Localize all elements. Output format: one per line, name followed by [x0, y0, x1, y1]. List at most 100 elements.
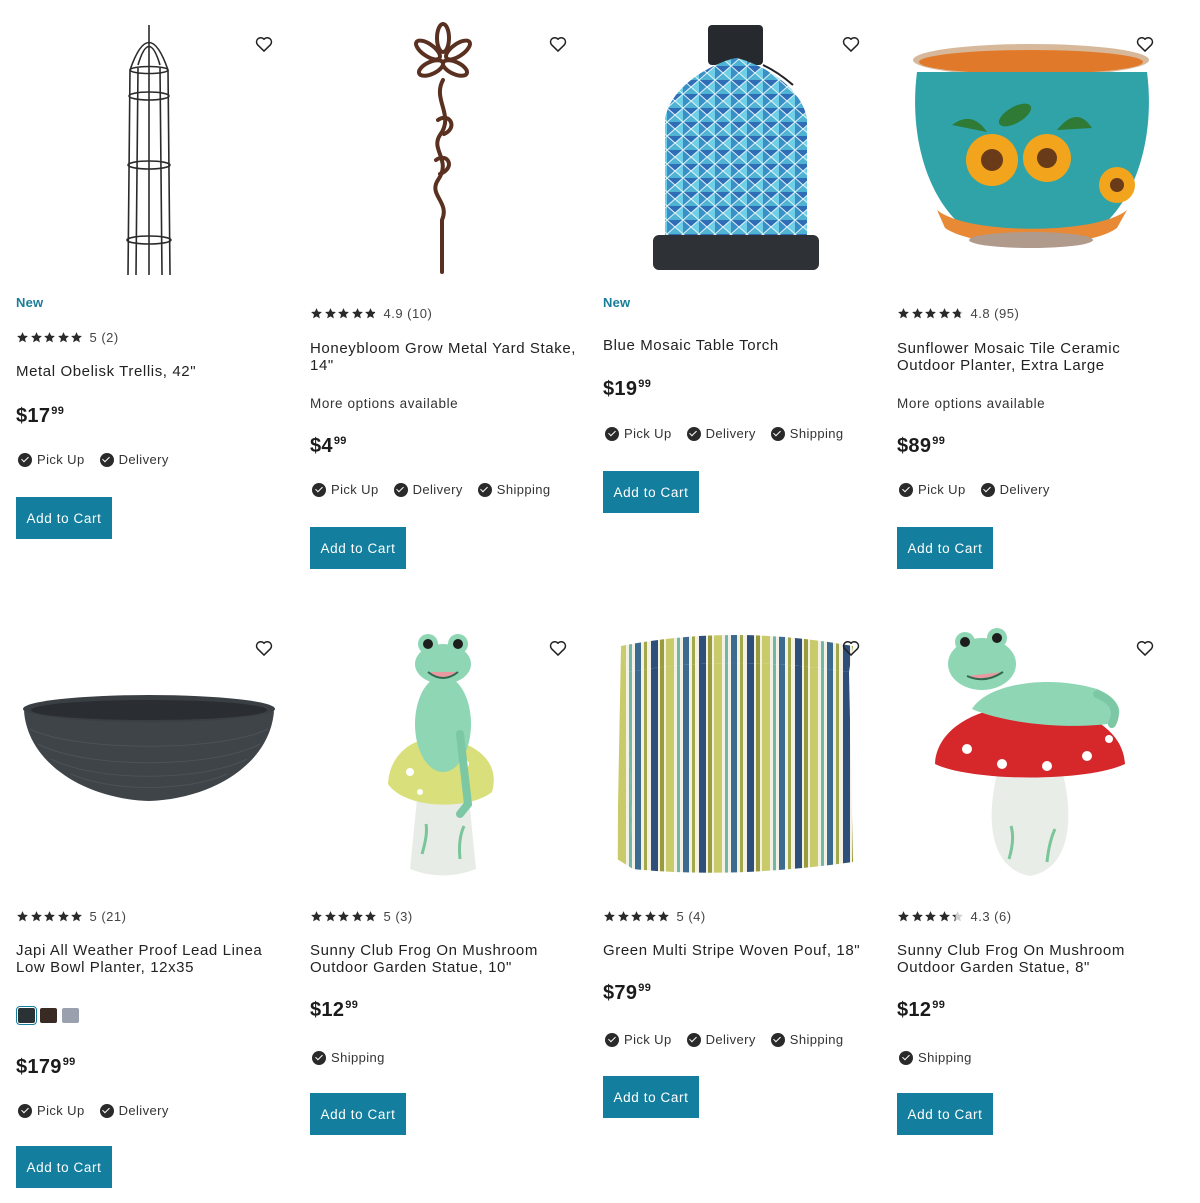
wishlist-heart-icon[interactable]	[254, 638, 274, 658]
check-circle-icon	[899, 1050, 913, 1065]
new-badge: New	[603, 295, 631, 310]
check-circle-icon	[770, 1032, 785, 1047]
fulfillment-pickup: Pick Up	[605, 1032, 672, 1047]
price-cents: 99	[932, 999, 946, 1011]
product-title[interactable]: Honeybloom Grow Metal Yard Stake, 14"	[310, 340, 580, 374]
price: $7999	[603, 982, 651, 1005]
product-card[interactable]: 4.9 (10) Honeybloom Grow Metal Yard Stak…	[310, 10, 590, 580]
rating-text: 5 (2)	[89, 330, 119, 345]
wishlist-heart-icon[interactable]	[1135, 638, 1155, 658]
fulfillment-shipping: Shipping	[477, 482, 551, 497]
fulfillment-delivery: Delivery	[686, 1032, 756, 1047]
price: $1299	[897, 999, 945, 1022]
add-to-cart-button[interactable]: Add to Cart	[603, 471, 699, 513]
product-title[interactable]: Metal Obelisk Trellis, 42"	[16, 363, 286, 380]
color-swatch[interactable]	[62, 1008, 79, 1023]
star-rating-icon	[897, 910, 965, 923]
product-title[interactable]: Sunny Club Frog On Mushroom Outdoor Gard…	[897, 942, 1167, 976]
fulfillment-shipping: Shipping	[770, 426, 844, 441]
product-title[interactable]: Sunflower Mosaic Tile Ceramic Outdoor Pl…	[897, 340, 1167, 374]
fulfillment-shipping: Shipping	[312, 1050, 385, 1065]
product-card[interactable]: 4.3 (6) Sunny Club Frog On Mushroom Outd…	[897, 614, 1177, 1154]
rating-text: 5 (3)	[383, 909, 413, 924]
rating-text: 4.9 (10)	[383, 306, 433, 321]
product-title[interactable]: Blue Mosaic Table Torch	[603, 337, 873, 354]
add-to-cart-button[interactable]: Add to Cart	[16, 1146, 112, 1188]
star-rating-icon	[310, 307, 378, 320]
price-dollars: $179	[16, 1056, 62, 1078]
wishlist-heart-icon[interactable]	[841, 34, 861, 54]
product-card[interactable]: 4.8 (95) Sunflower Mosaic Tile Ceramic O…	[897, 10, 1177, 580]
check-circle-icon	[18, 1103, 32, 1118]
fulfillment-options: Shipping	[899, 1050, 987, 1065]
fulfillment-options: Pick Up Delivery Shipping	[605, 426, 859, 441]
wishlist-heart-icon[interactable]	[254, 34, 274, 54]
product-title[interactable]: Green Multi Stripe Woven Pouf, 18"	[603, 942, 873, 959]
add-to-cart-button[interactable]: Add to Cart	[310, 1093, 406, 1135]
fulfillment-delivery: Delivery	[393, 482, 463, 497]
wishlist-heart-icon[interactable]	[548, 638, 568, 658]
check-circle-icon	[899, 482, 913, 497]
price-cents: 99	[932, 435, 946, 447]
fulfillment-options: Pick Up Delivery	[18, 452, 184, 467]
add-to-cart-button[interactable]: Add to Cart	[897, 1093, 993, 1135]
product-card[interactable]: 5 (3) Sunny Club Frog On Mushroom Outdoo…	[310, 614, 590, 1154]
price-dollars: $89	[897, 435, 932, 457]
fulfillment-pickup: Pick Up	[18, 452, 85, 467]
check-circle-icon	[980, 482, 995, 497]
color-swatch[interactable]	[40, 1008, 57, 1023]
rating: 5 (4)	[603, 909, 706, 924]
fulfillment-pickup: Pick Up	[18, 1103, 85, 1118]
fulfillment-shipping: Shipping	[899, 1050, 972, 1065]
price-cents: 99	[638, 982, 652, 994]
fulfillment-pickup: Pick Up	[312, 482, 379, 497]
price: $17999	[16, 1056, 76, 1079]
fulfillment-options: Shipping	[312, 1050, 400, 1065]
product-card[interactable]: 5 (4) Green Multi Stripe Woven Pouf, 18"…	[603, 614, 883, 1124]
check-circle-icon	[770, 426, 785, 441]
price: $1799	[16, 405, 64, 428]
check-circle-icon	[312, 482, 326, 497]
fulfillment-shipping: Shipping	[770, 1032, 844, 1047]
check-circle-icon	[686, 426, 701, 441]
rating-text: 4.3 (6)	[970, 909, 1012, 924]
fulfillment-options: Pick Up Delivery	[18, 1103, 184, 1118]
product-title[interactable]: Sunny Club Frog On Mushroom Outdoor Gard…	[310, 942, 580, 976]
rating: 4.3 (6)	[897, 909, 1012, 924]
fulfillment-options: Pick Up Delivery Shipping	[312, 482, 566, 497]
price-dollars: $17	[16, 405, 51, 427]
check-circle-icon	[605, 1032, 619, 1047]
wishlist-heart-icon[interactable]	[841, 638, 861, 658]
wishlist-heart-icon[interactable]	[1135, 34, 1155, 54]
price-cents: 99	[62, 1056, 76, 1068]
price: $499	[310, 435, 347, 458]
price-dollars: $19	[603, 378, 638, 400]
price-dollars: $12	[310, 999, 345, 1021]
rating: 4.9 (10)	[310, 306, 432, 321]
add-to-cart-button[interactable]: Add to Cart	[603, 1076, 699, 1118]
star-rating-icon	[603, 910, 671, 923]
price-cents: 99	[345, 999, 359, 1011]
add-to-cart-button[interactable]: Add to Cart	[310, 527, 406, 569]
wishlist-heart-icon[interactable]	[548, 34, 568, 54]
fulfillment-pickup: Pick Up	[899, 482, 966, 497]
add-to-cart-button[interactable]: Add to Cart	[16, 497, 112, 539]
check-circle-icon	[99, 1103, 114, 1118]
star-rating-icon	[16, 331, 84, 344]
product-card[interactable]: New Blue Mosaic Table Torch $1999 Pick U…	[603, 10, 883, 520]
star-rating-icon	[16, 910, 84, 923]
more-options-text: More options available	[310, 396, 459, 411]
color-swatches	[16, 1006, 84, 1025]
fulfillment-delivery: Delivery	[99, 452, 169, 467]
check-circle-icon	[393, 482, 408, 497]
fulfillment-options: Pick Up Delivery	[899, 482, 1065, 497]
check-circle-icon	[477, 482, 492, 497]
product-title[interactable]: Japi All Weather Proof Lead Linea Low Bo…	[16, 942, 286, 976]
add-to-cart-button[interactable]: Add to Cart	[897, 527, 993, 569]
price: $1999	[603, 378, 651, 401]
product-card[interactable]: New 5 (2) Metal Obelisk Trellis, 42" $17…	[16, 10, 296, 550]
fulfillment-pickup: Pick Up	[605, 426, 672, 441]
product-card[interactable]: 5 (21) Japi All Weather Proof Lead Linea…	[16, 614, 296, 1194]
price-dollars: $12	[897, 999, 932, 1021]
color-swatch[interactable]	[16, 1006, 37, 1025]
